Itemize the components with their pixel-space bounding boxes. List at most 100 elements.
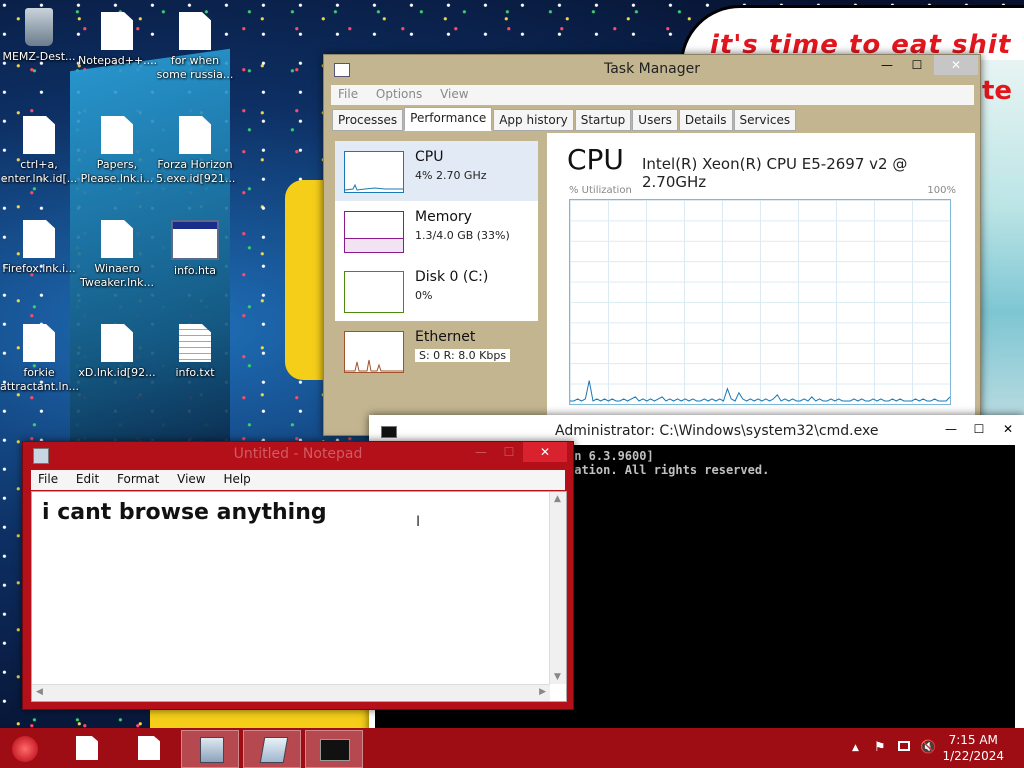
show-hidden-icons-icon[interactable]: ▲ — [852, 728, 859, 768]
taskbar-app-cmd[interactable] — [305, 730, 363, 768]
document-icon — [101, 220, 133, 258]
task-manager-titlebar[interactable]: Task Manager — ☐ ✕ — [324, 55, 980, 85]
recycle-bin-icon — [25, 8, 53, 46]
cpu-model-name: Intel(R) Xeon(R) CPU E5-2697 v2 @ 2.70GH… — [642, 155, 908, 191]
disk-mini-graph — [344, 271, 404, 313]
menu-view[interactable]: View — [170, 470, 212, 488]
clock-time: 7:15 AM — [948, 733, 998, 747]
ethernet-mini-line — [345, 359, 403, 372]
notepad-icon — [259, 737, 289, 763]
start-button[interactable] — [0, 730, 56, 766]
minimize-button[interactable]: — — [469, 442, 493, 462]
clock-date: 1/22/2024 — [942, 749, 1004, 763]
cmd-icon — [320, 739, 350, 761]
tab-app-history[interactable]: App history — [493, 109, 574, 131]
desktop-icon[interactable]: Forza Horizon 5.exe.id[921... — [156, 116, 236, 186]
desktop-icon[interactable]: xD.lnk.id[92... — [78, 324, 156, 380]
maximize-button[interactable]: ☐ — [967, 419, 991, 439]
cpu-detail-panel: CPU Intel(R) Xeon(R) CPU E5-2697 v2 @ 2.… — [547, 133, 975, 433]
resource-ethernet[interactable]: Ethernet S: 0 R: 8.0 Kbps — [335, 321, 538, 381]
menu-options[interactable]: Options — [369, 85, 429, 103]
close-button[interactable]: ✕ — [995, 419, 1021, 439]
action-center-flag-icon[interactable]: ⚑ — [874, 728, 886, 768]
desktop-icon-label: MEMZ-Dest... — [2, 50, 76, 63]
desktop-icon[interactable]: ctrl+a, enter.lnk.id[... — [0, 116, 78, 186]
cpu-utilization-graph — [569, 199, 951, 405]
volume-muted-icon[interactable]: 🔇 — [920, 728, 936, 768]
desktop-icon-label: Firefox.lnk.i... — [2, 262, 76, 275]
scroll-right-icon[interactable]: ▶ — [539, 687, 546, 697]
cpu-mini-graph — [344, 151, 404, 193]
minimize-button[interactable]: — — [874, 55, 900, 75]
desktop-icon-label: for when some russia... — [156, 54, 234, 81]
notepad-titlebar[interactable]: Untitled - Notepad — ☐ ✕ — [23, 442, 573, 466]
desktop-icon[interactable]: Papers, Please.lnk.i... — [78, 116, 156, 186]
resource-memory[interactable]: Memory 1.3/4.0 GB (33%) — [335, 201, 538, 261]
notepad-text-area[interactable]: i cant browse anything I ▲ ▼ ◀ ▶ — [31, 491, 567, 702]
tab-processes[interactable]: Processes — [332, 109, 404, 131]
wallpaper-letter: te — [982, 76, 1013, 106]
tab-users[interactable]: Users — [632, 109, 678, 131]
scroll-up-icon[interactable]: ▲ — [554, 494, 561, 504]
desktop-icon[interactable]: for when some russia... — [156, 12, 234, 82]
desktop-icon[interactable]: info.txt — [156, 324, 234, 380]
desktop-icon-label: Notepad++.... — [78, 54, 158, 67]
minimize-button[interactable]: — — [939, 419, 963, 439]
taskbar-app-notepad[interactable] — [243, 730, 301, 768]
performance-panel: CPU 4% 2.70 GHz Memory 1.3/4.0 GB (33%) … — [332, 133, 975, 433]
desktop-icon[interactable]: Firefox.lnk.i... — [0, 220, 78, 276]
document-icon — [179, 12, 211, 50]
document-icon — [23, 116, 55, 154]
desktop-icon[interactable]: forkie attractant.ln... — [0, 324, 80, 394]
graph-title: CPU — [567, 143, 624, 176]
taskbar: ▲ ⚑ 🔇 7:15 AM 1/22/2024 — [0, 728, 1024, 768]
maximize-button[interactable]: ☐ — [904, 55, 930, 75]
wallpaper-yellow-shape — [285, 180, 325, 380]
close-button[interactable]: ✕ — [523, 442, 567, 462]
vertical-scrollbar[interactable]: ▲ ▼ — [549, 492, 566, 684]
tab-startup[interactable]: Startup — [574, 109, 632, 131]
text-cursor-icon: I — [416, 514, 421, 530]
text-file-icon — [179, 324, 211, 362]
document-icon — [101, 12, 133, 50]
menu-help[interactable]: Help — [216, 470, 257, 488]
horizontal-scrollbar[interactable]: ◀ ▶ — [32, 684, 550, 701]
taskbar-app-document[interactable] — [120, 730, 176, 766]
menu-file[interactable]: File — [31, 470, 65, 488]
menu-edit[interactable]: Edit — [69, 470, 106, 488]
tab-performance[interactable]: Performance — [404, 107, 493, 131]
menu-file[interactable]: File — [331, 85, 365, 103]
menu-view[interactable]: View — [433, 85, 475, 103]
tab-details[interactable]: Details — [678, 109, 733, 131]
desktop-icon-label: info.hta — [174, 264, 216, 277]
close-button[interactable]: ✕ — [934, 55, 978, 75]
memory-mini-graph — [344, 211, 404, 253]
desktop-icon[interactable]: info.hta — [156, 220, 234, 278]
resource-disk[interactable]: Disk 0 (C:) 0% — [335, 261, 538, 321]
desktop-icon-label: info.txt — [175, 366, 215, 379]
maximize-button[interactable]: ☐ — [497, 442, 521, 462]
clock[interactable]: 7:15 AM 1/22/2024 — [942, 732, 1004, 764]
cpu-utilization-line — [570, 380, 951, 402]
desktop-icon[interactable]: MEMZ-Dest... — [0, 8, 78, 64]
task-manager-menubar: File Options View — [331, 85, 974, 105]
scroll-left-icon[interactable]: ◀ — [36, 687, 43, 697]
menu-format[interactable]: Format — [110, 470, 166, 488]
resource-cpu[interactable]: CPU 4% 2.70 GHz — [335, 141, 538, 201]
network-icon[interactable] — [898, 728, 912, 768]
desktop-icon-label: Winaero Tweaker.lnk... — [79, 262, 155, 289]
tab-services[interactable]: Services — [733, 109, 797, 131]
desktop-icon-label: forkie attractant.ln... — [0, 366, 80, 393]
taskbar-app-document[interactable] — [58, 730, 114, 766]
desktop-icon[interactable]: Winaero Tweaker.lnk... — [78, 220, 156, 290]
scroll-down-icon[interactable]: ▼ — [554, 672, 561, 682]
task-manager-icon — [200, 737, 224, 763]
document-icon — [138, 736, 160, 760]
desktop-icon-label: Forza Horizon 5.exe.id[921... — [156, 158, 236, 185]
desktop-icon-label: Papers, Please.lnk.i... — [80, 158, 154, 185]
resource-value: 4% 2.70 GHz — [415, 169, 487, 182]
desktop-icon[interactable]: Notepad++.... — [78, 12, 158, 68]
task-manager-window: Task Manager — ☐ ✕ File Options View Pro… — [323, 54, 981, 436]
taskbar-app-task-manager[interactable] — [181, 730, 239, 768]
start-orb-icon — [12, 736, 38, 762]
